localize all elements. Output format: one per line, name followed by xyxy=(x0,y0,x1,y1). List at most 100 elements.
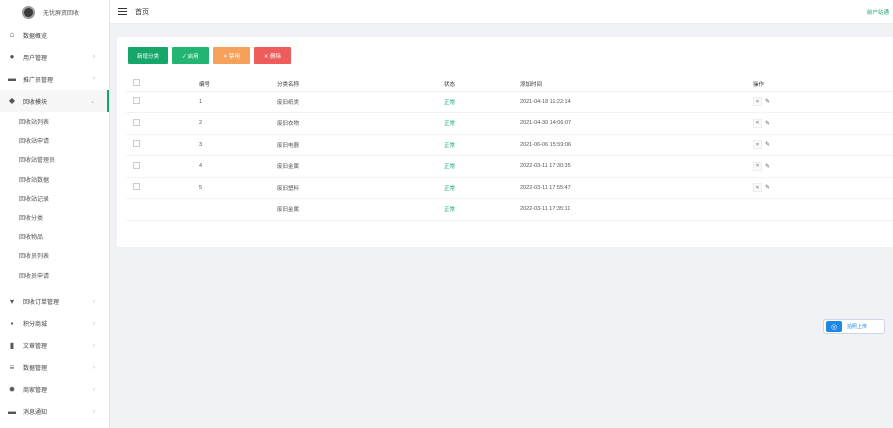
sidebar-item-label: 积分商城 xyxy=(23,322,48,329)
chevron-down-icon: ⌄ xyxy=(89,98,95,105)
disable-button[interactable]: ✕ 禁用 xyxy=(213,47,250,64)
delete-button[interactable]: ✕ 删除 xyxy=(254,47,291,64)
table-row: 3 废旧电器 正常 2021-06-06 15:59:06 ✕ ✎ xyxy=(126,134,893,156)
menu-toggle-icon[interactable] xyxy=(118,8,127,15)
toolbar: 新增分类 ✓ 启用 ✕ 禁用 ✕ 删除 xyxy=(128,47,291,64)
table-row: 废旧金属 正常 2022-03-11 17:35:11 xyxy=(126,198,893,221)
category-card: 新增分类 ✓ 启用 ✕ 禁用 ✕ 删除 编号 分类名称 状态 添加时间 操作 1… xyxy=(117,37,893,247)
sidebar-item-label: 数据概览 xyxy=(23,33,48,40)
top-right-link[interactable]: 前户站通 xyxy=(867,8,889,16)
chevron-right-icon: › xyxy=(93,386,95,393)
sidebar-subitem[interactable]: 回收站管理员 xyxy=(0,150,109,169)
sidebar-subitem[interactable]: 回收站申请 xyxy=(0,131,109,150)
cell-id: 4 xyxy=(199,155,277,178)
recycle-icon: ◆ xyxy=(8,96,16,105)
chevron-right-icon: › xyxy=(93,54,95,60)
cell-name: 废旧纸类 xyxy=(277,91,444,113)
cell-name: 废旧电器 xyxy=(277,134,444,156)
camera-icon: ◎ xyxy=(826,321,842,332)
close-icon[interactable]: ✕ xyxy=(753,161,762,171)
cell-time: 2022-03-11 17:35:11 xyxy=(520,198,753,221)
gear-icon: ✹ xyxy=(8,384,16,394)
sidebar-item-orders[interactable]: ▾ 回收订单管理 › xyxy=(0,291,109,313)
sidebar-item-label: 回收订单管理 xyxy=(23,300,60,307)
sidebar-subitem[interactable]: 回收站数据 xyxy=(0,170,109,189)
cell-name: 废旧金属 xyxy=(277,198,444,221)
cell-id: 1 xyxy=(199,91,277,113)
sidebar-item-data[interactable]: ≡ 数据管理 › xyxy=(0,357,109,379)
row-checkbox[interactable] xyxy=(133,161,140,169)
sidebar-item-articles[interactable]: ▮ 文章管理 › xyxy=(0,335,109,357)
sidebar-item-label: 推广员管理 xyxy=(23,77,54,84)
edit-icon[interactable]: ✎ xyxy=(765,184,770,191)
header-name: 分类名称 xyxy=(277,77,444,92)
cell-time: 2021-06-06 15:59:06 xyxy=(520,134,753,156)
row-checkbox[interactable] xyxy=(133,183,140,191)
sidebar-item-label: 数据管理 xyxy=(23,366,48,373)
sidebar-item-users[interactable]: ● 用户管理 › xyxy=(0,46,109,68)
photo-upload-label: 拍照上传 xyxy=(847,324,868,330)
sidebar-item-promoters[interactable]: ▬ 推广员管理 › xyxy=(0,68,109,90)
sidebar-item-dashboard[interactable]: ⌂ 数据概览 xyxy=(0,24,109,46)
cell-id: 5 xyxy=(199,177,277,199)
cell-name: 废旧塑料 xyxy=(277,177,444,199)
sidebar-subitem[interactable]: 回收物品 xyxy=(0,227,109,246)
header-id: 编号 xyxy=(199,77,277,92)
close-icon[interactable]: ✕ xyxy=(753,118,762,128)
sidebar-subitem[interactable]: 回收员申请 xyxy=(0,266,109,285)
photo-upload-button[interactable]: ◎ 拍照上传 xyxy=(823,319,885,334)
cell-id: 3 xyxy=(199,134,277,156)
chevron-right-icon: › xyxy=(93,76,95,82)
edit-icon[interactable]: ✎ xyxy=(765,163,770,170)
breadcrumb[interactable]: 首页 xyxy=(135,7,149,17)
enable-button[interactable]: ✓ 启用 xyxy=(172,47,209,64)
sidebar-subitem[interactable]: 回收站列表 xyxy=(0,112,109,131)
sidebar-item-points-mall[interactable]: ▪ 积分商城 › xyxy=(0,313,109,335)
table-row: 1 废旧纸类 正常 2021-04-18 11:22:14 ✕ ✎ xyxy=(126,91,893,113)
user-icon: ● xyxy=(9,52,15,61)
sidebar-subitem[interactable]: 回收员列表 xyxy=(0,246,109,265)
sidebar-item-label: 消息通知 xyxy=(23,410,48,417)
header-ops: 操作 xyxy=(753,77,893,92)
table-row: 4 废旧金属 正常 2022-03-11 17:30:35 ✕ ✎ xyxy=(126,155,893,178)
edit-icon[interactable]: ✎ xyxy=(765,98,770,105)
shop-icon: ▪ xyxy=(10,318,14,328)
sidebar-item-label: 文章管理 xyxy=(23,344,48,351)
top-bar: 首页 前户站通 xyxy=(110,0,893,24)
close-icon[interactable]: ✕ xyxy=(753,97,762,107)
close-icon[interactable]: ✕ xyxy=(753,140,762,150)
row-checkbox[interactable] xyxy=(133,118,140,126)
chevron-right-icon: › xyxy=(93,364,95,371)
sidebar-item-merchants[interactable]: ✹ 商家管理 › xyxy=(0,379,109,401)
close-icon[interactable]: ✕ xyxy=(753,183,762,193)
sidebar-item-recycle[interactable]: ◆ 回收模块 ⌄ xyxy=(0,90,109,112)
row-checkbox[interactable] xyxy=(133,140,140,148)
sidebar: 无忧屏资回收 ⌂ 数据概览 ● 用户管理 › ▬ 推广员管理 › ◆ 回收模块 … xyxy=(0,0,110,428)
edit-icon[interactable]: ✎ xyxy=(765,141,770,148)
cell-name: 废旧金属 xyxy=(277,155,444,178)
table-row: 5 废旧塑料 正常 2022-03-11 17:55:47 ✕ ✎ xyxy=(126,177,893,199)
cell-time: 2022-03-11 17:55:47 xyxy=(520,177,753,199)
sidebar-subitem[interactable]: 回收分类 xyxy=(0,208,109,227)
sidebar-subitem[interactable]: 回收站记录 xyxy=(0,189,109,208)
active-indicator xyxy=(107,90,109,112)
row-checkbox[interactable] xyxy=(133,97,140,105)
table-row: 2 废旧衣物 正常 2021-04-30 14:06:07 ✕ ✎ xyxy=(126,112,893,135)
status-badge: 正常 xyxy=(444,177,520,199)
cell-time: 2022-03-11 17:30:35 xyxy=(520,155,753,178)
app-logo xyxy=(22,5,35,19)
sidebar-item-label: 用户管理 xyxy=(23,55,48,62)
book-icon: ▮ xyxy=(9,340,15,350)
cell-name: 废旧衣物 xyxy=(277,112,444,135)
cell-id: 2 xyxy=(199,112,277,135)
add-category-button[interactable]: 新增分类 xyxy=(128,47,168,64)
cell-id xyxy=(199,198,277,221)
cell-time: 2021-04-18 11:22:14 xyxy=(520,91,753,113)
select-all-checkbox[interactable] xyxy=(133,79,140,87)
truck-icon: ▬ xyxy=(8,74,16,83)
category-table: 编号 分类名称 状态 添加时间 操作 1 废旧纸类 正常 2021-04-18 … xyxy=(126,77,893,221)
message-icon: ▬ xyxy=(8,406,16,416)
edit-icon[interactable]: ✎ xyxy=(765,120,770,127)
sidebar-item-messages[interactable]: ▬ 消息通知 › xyxy=(0,401,109,423)
chevron-right-icon: › xyxy=(93,408,95,415)
